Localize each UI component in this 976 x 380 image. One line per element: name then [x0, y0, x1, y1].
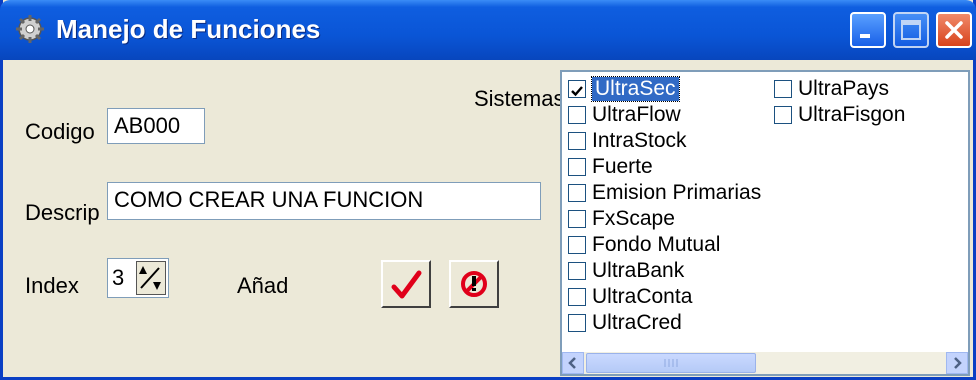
systems-checklist[interactable]: UltraSec UltraFlow IntraStock Fuerte Emision…: [560, 70, 970, 376]
system-label: Emision Primarias: [592, 180, 762, 204]
descrip-input[interactable]: COMO CREAR UNA FUNCION: [107, 182, 541, 220]
checkbox-icon[interactable]: [774, 105, 792, 124]
chevron-left-icon: [568, 357, 576, 369]
close-button[interactable]: [936, 12, 972, 48]
system-label: UltraFisgon: [798, 102, 906, 126]
maximize-button: [893, 12, 929, 48]
check-mark-icon: [571, 85, 583, 96]
sistemas-label: Sistemas: [474, 86, 565, 111]
system-checkbox-item[interactable]: Fuerte: [568, 154, 653, 179]
gear-app-icon: [16, 15, 44, 43]
system-checkbox-item[interactable]: UltraFlow: [568, 102, 681, 127]
window: Manejo de Funciones Codigo AB000 Descrip…: [0, 0, 976, 380]
checkbox-icon[interactable]: [568, 235, 586, 254]
checkbox-icon[interactable]: [774, 79, 792, 98]
system-label: FxScape: [592, 206, 675, 230]
chevron-right-icon: [954, 357, 962, 369]
descrip-label: Descrip: [25, 200, 100, 225]
checkbox-icon[interactable]: [568, 183, 586, 202]
horizontal-scrollbar[interactable]: [562, 352, 968, 374]
checkbox-icon[interactable]: [568, 105, 586, 124]
index-spinner[interactable]: 3: [107, 258, 169, 298]
checkbox-icon[interactable]: [568, 261, 586, 280]
window-content: Codigo AB000 Descrip COMO CREAR UNA FUNC…: [3, 60, 973, 377]
system-checkbox-item[interactable]: UltraPays: [774, 76, 889, 101]
checkbox-icon[interactable]: [568, 131, 586, 150]
red-check-icon: [391, 270, 422, 299]
system-checkbox-item[interactable]: IntraStock: [568, 128, 687, 153]
scroll-left-button[interactable]: [562, 352, 584, 374]
system-checkbox-item[interactable]: UltraCred: [568, 310, 682, 335]
checkbox-icon[interactable]: [568, 79, 586, 98]
system-label: UltraPays: [798, 76, 890, 100]
system-checkbox-item[interactable]: UltraConta: [568, 284, 692, 309]
anad-label: Añad: [237, 273, 289, 298]
scroll-right-button[interactable]: [946, 352, 968, 374]
system-label: UltraCred: [592, 310, 682, 334]
system-label: UltraSec: [591, 75, 680, 102]
minimize-button[interactable]: [850, 12, 886, 48]
system-checkbox-item[interactable]: UltraFisgon: [774, 102, 905, 127]
system-checkbox-item[interactable]: FxScape: [568, 206, 675, 231]
no-entry-icon: [461, 271, 487, 297]
index-label: Index: [25, 273, 79, 298]
checkbox-icon[interactable]: [568, 157, 586, 176]
codigo-input[interactable]: AB000: [107, 108, 205, 144]
system-checkbox-item[interactable]: Fondo Mutual: [568, 232, 720, 257]
system-label: UltraConta: [592, 284, 693, 308]
title-bar[interactable]: Manejo de Funciones: [0, 0, 976, 60]
index-value: 3: [112, 265, 125, 290]
system-label: Fondo Mutual: [592, 232, 721, 256]
index-spin-button[interactable]: [136, 261, 166, 295]
scrollbar-thumb[interactable]: [586, 353, 756, 373]
checkbox-icon[interactable]: [568, 209, 586, 228]
close-icon: [945, 21, 963, 39]
maximize-icon: [901, 20, 921, 40]
system-checkbox-item[interactable]: UltraBank: [568, 258, 684, 283]
confirm-button[interactable]: [381, 260, 431, 308]
system-label: UltraBank: [592, 258, 685, 282]
checkbox-icon[interactable]: [568, 313, 586, 332]
system-label: Fuerte: [592, 154, 653, 178]
minimize-icon: [860, 34, 870, 38]
system-checkbox-item[interactable]: Emision Primarias: [568, 180, 761, 205]
system-label: UltraFlow: [592, 102, 681, 126]
cancel-button[interactable]: [449, 260, 499, 308]
codigo-label: Codigo: [25, 119, 95, 144]
window-title: Manejo de Funciones: [56, 14, 321, 44]
system-label: IntraStock: [592, 128, 687, 152]
grip-icon: [664, 359, 678, 367]
checkbox-icon[interactable]: [568, 287, 586, 306]
system-checkbox-item[interactable]: UltraSec: [568, 75, 680, 102]
up-down-arrows-icon: [139, 266, 161, 290]
